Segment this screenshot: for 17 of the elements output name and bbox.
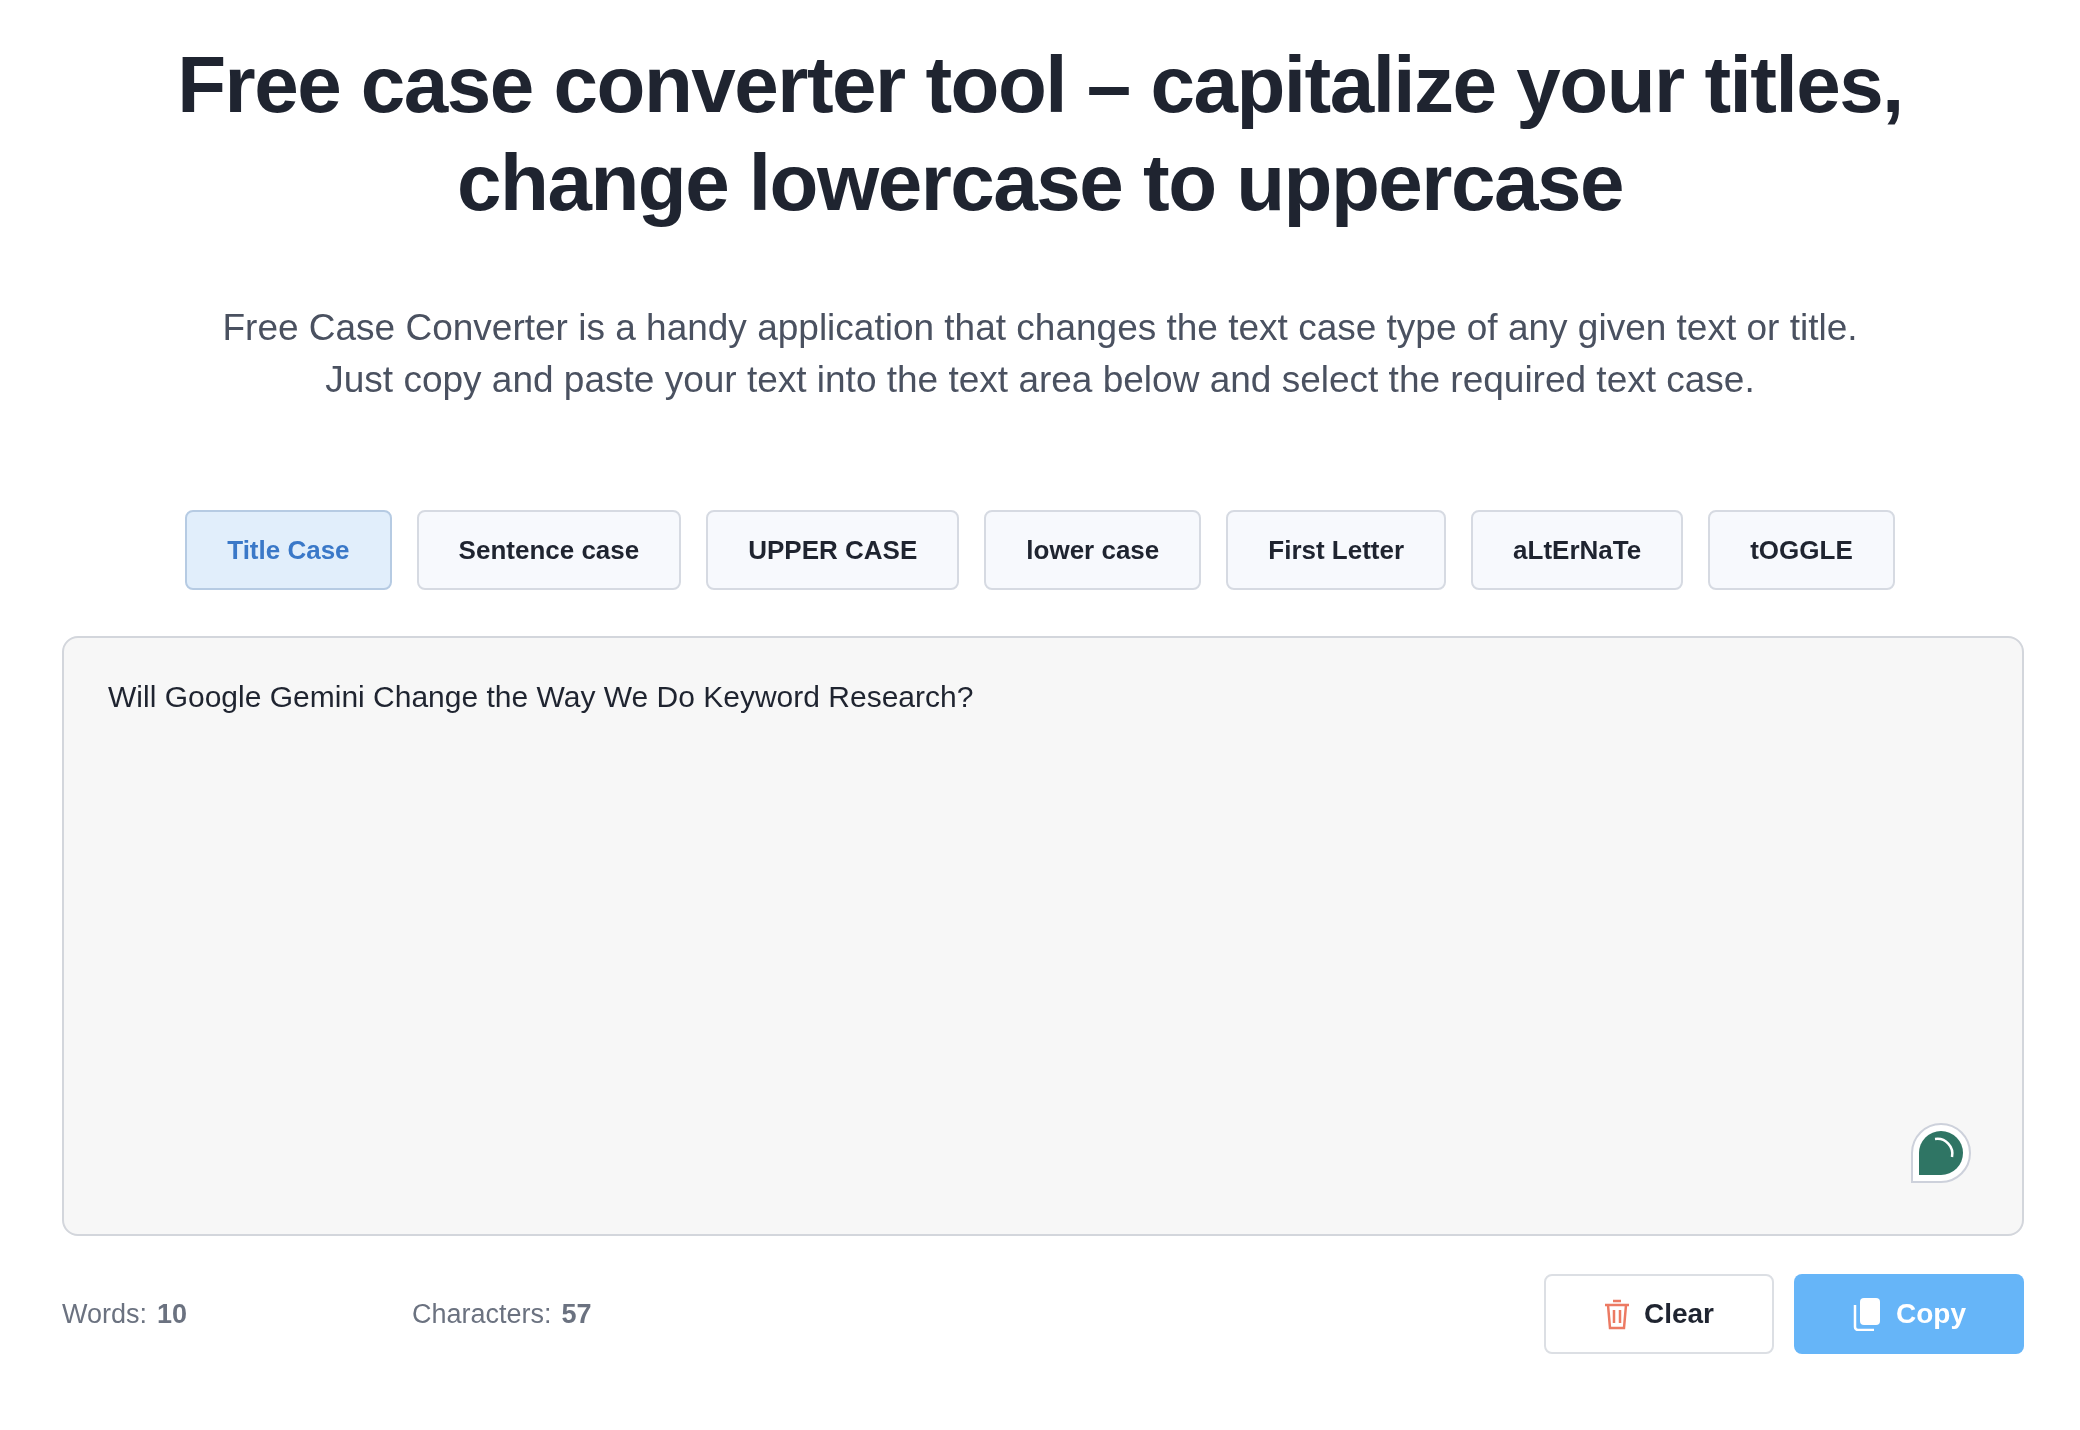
- case-button[interactable]: First Letter: [1226, 510, 1447, 590]
- copy-icon: [1852, 1297, 1882, 1331]
- case-button[interactable]: aLtErNaTe: [1471, 510, 1684, 590]
- page-title: change lowercase to uppercase: [457, 137, 1623, 229]
- stat-text: Characters: 57: [412, 1298, 593, 1330]
- text-area[interactable]: Will Google Gemini Change the Way We Do Keyword Research?: [62, 636, 2024, 1236]
- stat-text: Words: 10: [62, 1298, 189, 1330]
- case-button[interactable]: Title Case: [185, 510, 392, 590]
- case-button[interactable]: tOGGLE: [1708, 510, 1895, 590]
- intro-text: Just copy and paste your text into the text area below and select the required text case.: [325, 358, 1755, 402]
- trash-icon: [1603, 1298, 1630, 1330]
- clear-button[interactable]: Clear: [1544, 1274, 1774, 1354]
- case-button[interactable]: UPPER CASE: [706, 510, 960, 590]
- page-title: Free case converter tool – capitalize your titles,: [177, 39, 1903, 131]
- case-button[interactable]: lower case: [984, 510, 1202, 590]
- case-button[interactable]: Sentence case: [416, 510, 682, 590]
- intro-text: Free Case Converter is a handy application that changes the text case type of any given text or title.: [222, 306, 1858, 350]
